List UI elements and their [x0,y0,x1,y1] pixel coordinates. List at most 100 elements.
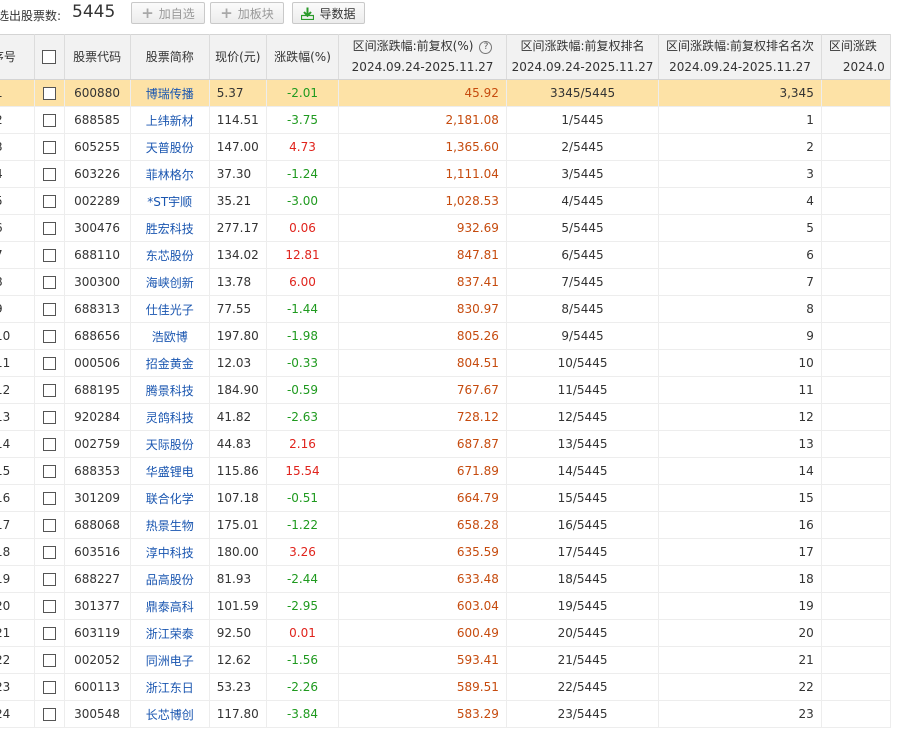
stock-name-link[interactable]: 热景生物 [130,511,210,539]
row-checkbox[interactable] [42,681,56,694]
stock-name-link[interactable]: 同洲电子 [130,646,210,674]
row-checkbox[interactable] [42,114,56,127]
row-checkbox[interactable] [42,222,56,235]
table-row[interactable]: 20 301377鼎泰高科101.59-2.95603.0419/544519 [0,592,892,620]
row-checkbox-cell[interactable] [34,295,65,323]
stock-name-link[interactable]: 胜宏科技 [130,214,210,242]
stock-name-link[interactable]: 鼎泰高科 [130,592,210,620]
stock-name-link[interactable]: 天际股份 [130,430,210,458]
table-row[interactable]: 17 688068热景生物175.01-1.22658.2816/544516 [0,511,892,539]
row-checkbox-cell[interactable] [34,349,65,377]
row-checkbox[interactable] [42,519,56,532]
row-checkbox-cell[interactable] [34,700,65,728]
table-row[interactable]: 23 600113浙江东日53.23-2.26589.5122/544522 [0,673,892,701]
row-checkbox-cell[interactable] [34,187,65,215]
row-checkbox[interactable] [42,168,56,181]
row-checkbox[interactable] [42,465,56,478]
row-checkbox-cell[interactable] [34,619,65,647]
stock-name-link[interactable]: 品高股份 [130,565,210,593]
row-checkbox-cell[interactable] [34,160,65,188]
stock-name-link[interactable]: 海峡创新 [130,268,210,296]
row-checkbox-cell[interactable] [34,673,65,701]
row-checkbox[interactable] [42,708,56,721]
stock-name-link[interactable]: 东芯股份 [130,241,210,269]
table-row[interactable]: 2 688585上纬新材114.51-3.752,181.081/54451 [0,106,892,134]
add-favorite-button[interactable]: + 加自选 [131,2,205,24]
stock-name-link[interactable]: 浙江东日 [130,673,210,701]
row-checkbox-cell[interactable] [34,592,65,620]
table-row[interactable]: 1 600880博瑞传播5.37-2.0145.923345/54453,345 [0,79,892,107]
stock-name-link[interactable]: 腾景科技 [130,376,210,404]
stock-name-link[interactable]: 联合化学 [130,484,210,512]
row-checkbox[interactable] [42,87,56,100]
column-header-range-extra[interactable]: 区间涨跌 2024.0 [821,34,892,80]
stock-name-link[interactable]: 天普股份 [130,133,210,161]
table-row[interactable]: 4 603226菲林格尔37.30-1.241,111.043/54453 [0,160,892,188]
row-checkbox[interactable] [42,384,56,397]
select-all-checkbox[interactable] [42,50,57,64]
row-checkbox[interactable] [42,600,56,613]
row-checkbox-cell[interactable] [34,484,65,512]
column-header-code[interactable]: 股票代码 [64,34,131,80]
stock-name-link[interactable]: 博瑞传播 [130,79,210,107]
row-checkbox-cell[interactable] [34,646,65,674]
row-checkbox-cell[interactable] [34,538,65,566]
row-checkbox-cell[interactable] [34,511,65,539]
stock-name-link[interactable]: 华盛锂电 [130,457,210,485]
row-checkbox-cell[interactable] [34,565,65,593]
row-checkbox[interactable] [42,546,56,559]
table-row[interactable]: 5 002289*ST宇顺35.21-3.001,028.534/54454 [0,187,892,215]
stock-name-link[interactable]: 招金黄金 [130,349,210,377]
stock-name-link[interactable]: 长芯博创 [130,700,210,728]
row-checkbox[interactable] [42,654,56,667]
table-row[interactable]: 11 000506招金黄金12.03-0.33804.5110/544510 [0,349,892,377]
stock-name-link[interactable]: *ST宇顺 [130,187,210,215]
select-all-checkbox-cell[interactable] [34,34,65,80]
column-header-range-change[interactable]: 区间涨跌幅:前复权(%)? 2024.09.24-2025.11.27 [338,34,507,80]
row-checkbox[interactable] [42,249,56,262]
stock-name-link[interactable]: 灵鸽科技 [130,403,210,431]
row-checkbox-cell[interactable] [34,322,65,350]
table-row[interactable]: 22 002052同洲电子12.62-1.56593.4121/544521 [0,646,892,674]
row-checkbox-cell[interactable] [34,457,65,485]
row-checkbox[interactable] [42,195,56,208]
column-header-change[interactable]: 涨跌幅(%) [266,34,340,80]
stock-name-link[interactable]: 仕佳光子 [130,295,210,323]
row-checkbox-cell[interactable] [34,214,65,242]
row-checkbox-cell[interactable] [34,241,65,269]
table-row[interactable]: 14 002759天际股份44.832.16687.8713/544513 [0,430,892,458]
row-checkbox[interactable] [42,141,56,154]
row-checkbox-cell[interactable] [34,376,65,404]
table-row[interactable]: 18 603516淳中科技180.003.26635.5917/544517 [0,538,892,566]
table-row[interactable]: 8 300300海峡创新13.786.00837.417/54457 [0,268,892,296]
table-row[interactable]: 12 688195腾景科技184.90-0.59767.6711/544511 [0,376,892,404]
row-checkbox-cell[interactable] [34,79,65,107]
stock-name-link[interactable]: 上纬新材 [130,106,210,134]
stock-name-link[interactable]: 淳中科技 [130,538,210,566]
help-icon[interactable]: ? [479,41,493,54]
row-checkbox[interactable] [42,627,56,640]
row-checkbox[interactable] [42,330,56,343]
table-row[interactable]: 10 688656浩欧博197.80-1.98805.269/54459 [0,322,892,350]
stock-name-link[interactable]: 浙江荣泰 [130,619,210,647]
row-checkbox-cell[interactable] [34,133,65,161]
row-checkbox[interactable] [42,438,56,451]
table-row[interactable]: 21 603119浙江荣泰92.500.01600.4920/544520 [0,619,892,647]
column-header-range-rank[interactable]: 区间涨跌幅:前复权排名 2024.09.24-2025.11.27 [506,34,660,80]
stock-name-link[interactable]: 菲林格尔 [130,160,210,188]
row-checkbox[interactable] [42,492,56,505]
column-header-range-rank-no[interactable]: 区间涨跌幅:前复权排名名次 2024.09.24-2025.11.27 [658,34,822,80]
row-checkbox[interactable] [42,357,56,370]
row-checkbox[interactable] [42,276,56,289]
column-header-name[interactable]: 股票简称 [130,34,210,80]
export-data-button[interactable]: 导数据 [292,2,365,24]
row-checkbox-cell[interactable] [34,403,65,431]
row-checkbox[interactable] [42,573,56,586]
table-row[interactable]: 24 300548长芯博创117.80-3.84583.2923/544523 [0,700,892,728]
table-row[interactable]: 13 920284灵鸽科技41.82-2.63728.1212/544512 [0,403,892,431]
column-header-index[interactable]: 序号 [0,34,35,80]
add-block-button[interactable]: + 加板块 [210,2,284,24]
row-checkbox-cell[interactable] [34,268,65,296]
table-row[interactable]: 7 688110东芯股份134.0212.81847.816/54456 [0,241,892,269]
row-checkbox[interactable] [42,303,56,316]
